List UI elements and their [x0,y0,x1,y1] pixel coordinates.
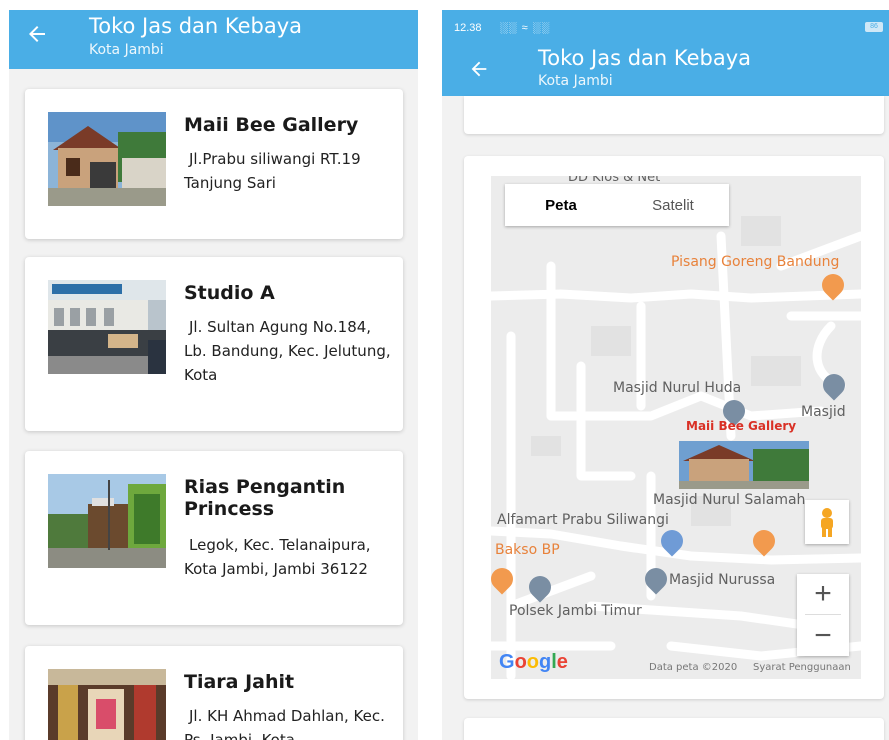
store-card[interactable]: Maii Bee Gallery Jl.Prabu siliwangi RT.1… [25,89,403,239]
map-label-polsek: Polsek Jambi Timur [509,603,642,619]
battery-icon: 86 [865,22,883,32]
zoom-divider [805,614,841,615]
right-screen: 12.38 ░░ ≈ ░░ 86 Toko Jas dan Kebaya Kot… [442,10,889,740]
zoom-in-button[interactable]: + [797,574,849,614]
google-logo: Google [499,651,568,673]
map-type-satelit[interactable]: Satelit [617,184,729,226]
store-photo [48,669,166,740]
store-card[interactable]: Tiara Jahit Jl. KH Ahmad Dahlan, Kec. Ps… [25,646,403,740]
map-type-peta[interactable]: Peta [505,184,617,226]
info-card [464,96,884,134]
store-name: Maii Bee Gallery [184,114,359,136]
store-address: Legok, Kec. Telanaipura, Kota Jambi, Jam… [184,536,371,578]
signal-icon: ░░ ≈ ░░ [500,22,551,34]
map-label-alfamart: Alfamart Prabu Siliwangi [497,512,669,528]
street-view-pegman-icon[interactable] [805,500,849,544]
battery-level: 86 [870,23,878,30]
map-label-masjid: Masjid [801,404,846,420]
map-label-nurul-huda: Masjid Nurul Huda [613,380,742,396]
store-address: Jl. Sultan Agung No.184, Lb. Bandung, Ke… [184,318,391,384]
app-subtitle: Kota Jambi [89,42,164,58]
store-address: Jl. KH Ahmad Dahlan, Kec. Ps. Jambi, Kot… [184,707,385,740]
map-label-pisang: Pisang Goreng Bandung [671,254,840,270]
app-title: Toko Jas dan Kebaya [89,14,303,38]
left-screen: Toko Jas dan Kebaya Kota Jambi Maii Bee … [9,10,418,740]
status-bar: 12.38 ░░ ≈ ░░ 86 [442,10,889,44]
store-address: Jl.Prabu siliwangi RT.19 Tanjung Sari [184,150,361,192]
google-map[interactable]: DD Kios & Net Peta Satelit Pisang Goreng… [491,176,861,679]
map-terms-link[interactable]: Syarat Penggunaan [753,662,851,673]
back-arrow-icon[interactable] [25,22,49,46]
app-bar: Toko Jas dan Kebaya Kota Jambi [9,10,418,69]
status-time: 12.38 [454,22,482,34]
store-photo [48,112,166,206]
app-subtitle: Kota Jambi [538,73,613,89]
map-data-attribution: Data peta ©2020 [649,662,738,673]
map-card: DD Kios & Net Peta Satelit Pisang Goreng… [464,156,884,699]
app-bar: Toko Jas dan Kebaya Kota Jambi [442,44,889,96]
map-label-nurussa: Masjid Nurussa [669,572,776,588]
store-name: Studio A [184,282,275,304]
store-card[interactable]: Rias Pengantin Princess Legok, Kec. Tela… [25,451,403,625]
back-arrow-icon[interactable] [468,58,490,80]
store-marker-photo[interactable] [679,441,809,489]
store-name: Tiara Jahit [184,671,295,693]
store-photo [48,474,166,568]
zoom-out-button[interactable]: − [797,616,849,656]
zoom-control: + − [797,574,849,656]
store-name: Rias Pengantin Princess [184,476,346,520]
store-photo [48,280,166,374]
store-card[interactable]: Studio A Jl. Sultan Agung No.184, Lb. Ba… [25,257,403,431]
marker-title: Maii Bee Gallery [686,419,797,433]
map-type-toggle: Peta Satelit [505,184,729,226]
map-label-nurul-salamah: Masjid Nurul Salamah [653,492,806,508]
info-card [464,718,884,740]
app-title: Toko Jas dan Kebaya [538,46,752,70]
map-label-bakso: Bakso BP [495,542,560,558]
